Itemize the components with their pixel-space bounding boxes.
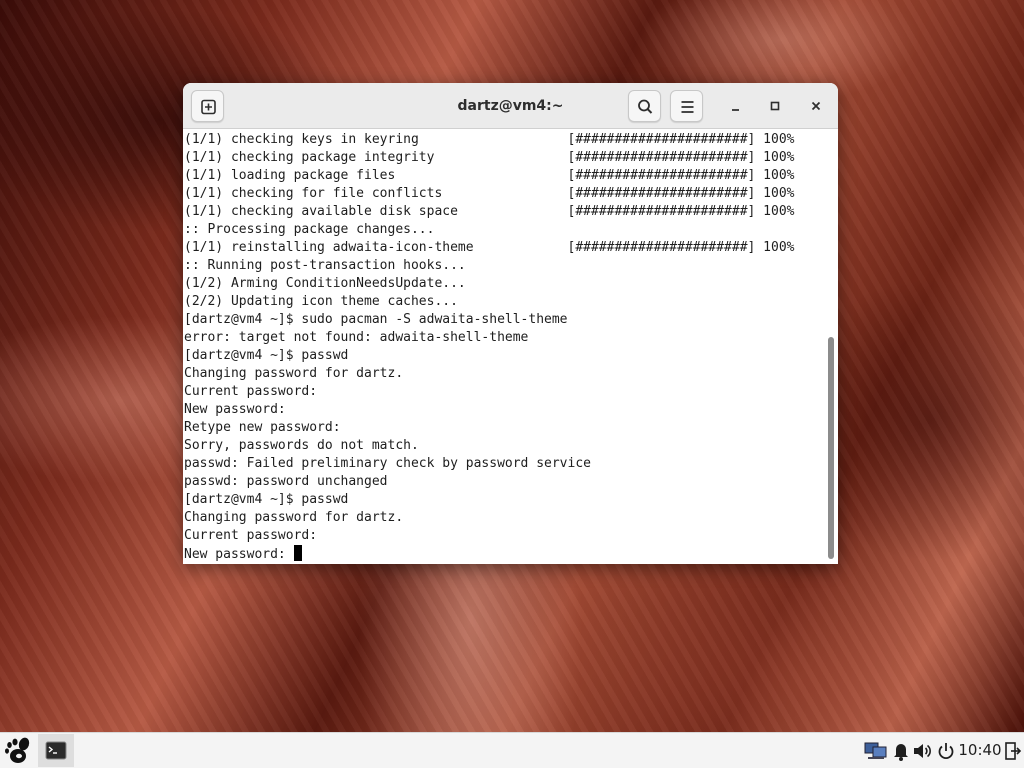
bottom-panel: 10:40 xyxy=(0,732,1024,768)
terminal-prompt-text: New password: xyxy=(184,547,294,562)
terminal-line: (1/1) checking for file conflicts [#####… xyxy=(184,186,795,201)
terminal-line: :: Running post-transaction hooks... xyxy=(184,258,466,273)
power-icon[interactable] xyxy=(936,741,956,761)
terminal-lines: (1/1) checking keys in keyring [########… xyxy=(184,131,794,563)
gnome-foot-icon[interactable] xyxy=(3,735,35,767)
terminal-line: passwd: password unchanged xyxy=(184,474,388,489)
terminal-line: Changing password for dartz. xyxy=(184,510,404,525)
terminal-line: Changing password for dartz. xyxy=(184,366,404,381)
menu-button[interactable] xyxy=(670,90,703,122)
terminal-line: error: target not found: adwaita-shell-t… xyxy=(184,330,529,345)
close-button[interactable] xyxy=(804,94,828,118)
terminal-line: (1/1) checking package integrity [######… xyxy=(184,150,795,165)
terminal-line: [dartz@vm4 ~]$ sudo pacman -S adwaita-sh… xyxy=(184,312,568,327)
terminal-scrollbar[interactable] xyxy=(828,337,834,559)
bell-icon[interactable] xyxy=(892,741,910,761)
minimize-icon xyxy=(732,109,739,111)
exit-icon[interactable] xyxy=(1004,741,1022,761)
terminal-line: (1/1) reinstalling adwaita-icon-theme [#… xyxy=(184,240,795,255)
new-tab-icon xyxy=(201,99,216,115)
terminal-output[interactable]: (1/1) checking keys in keyring [########… xyxy=(183,129,838,564)
close-icon xyxy=(811,101,821,111)
terminal-line: (1/2) Arming ConditionNeedsUpdate... xyxy=(184,276,466,291)
terminal-line: :: Processing package changes... xyxy=(184,222,435,237)
hamburger-menu-icon xyxy=(681,101,694,113)
volume-icon[interactable] xyxy=(912,741,932,761)
terminal-line: Current password: xyxy=(184,528,318,543)
terminal-line: (2/2) Updating icon theme caches... xyxy=(184,294,458,309)
network-icon[interactable] xyxy=(864,741,888,761)
maximize-icon xyxy=(770,101,780,111)
search-icon xyxy=(638,99,653,114)
terminal-line: [dartz@vm4 ~]$ passwd xyxy=(184,492,349,507)
taskbar-terminal-button[interactable] xyxy=(38,734,74,767)
terminal-prompt-line[interactable]: New password: xyxy=(184,545,794,563)
terminal-line: [dartz@vm4 ~]$ passwd xyxy=(184,348,349,363)
window-titlebar[interactable]: dartz@vm4:~ xyxy=(183,83,838,129)
minimize-button[interactable] xyxy=(724,94,748,118)
terminal-line: (1/1) checking keys in keyring [########… xyxy=(184,132,795,147)
search-button[interactable] xyxy=(628,90,661,122)
terminal-line: Retype new password: xyxy=(184,420,341,435)
terminal-icon xyxy=(45,741,67,760)
terminal-line: passwd: Failed preliminary check by pass… xyxy=(184,456,591,471)
window-title: dartz@vm4:~ xyxy=(457,98,564,114)
new-tab-button[interactable] xyxy=(191,90,224,122)
terminal-line: Current password: xyxy=(184,384,318,399)
terminal-line: (1/1) loading package files [###########… xyxy=(184,168,795,183)
terminal-line: New password: xyxy=(184,402,286,417)
maximize-button[interactable] xyxy=(763,94,787,118)
terminal-window[interactable]: dartz@vm4:~ (1/1) checking keys in keyri… xyxy=(183,83,838,564)
terminal-line: (1/1) checking available disk space [###… xyxy=(184,204,795,219)
terminal-line: Sorry, passwords do not match. xyxy=(184,438,419,453)
text-cursor xyxy=(293,545,302,561)
panel-clock[interactable]: 10:40 xyxy=(958,733,1002,768)
